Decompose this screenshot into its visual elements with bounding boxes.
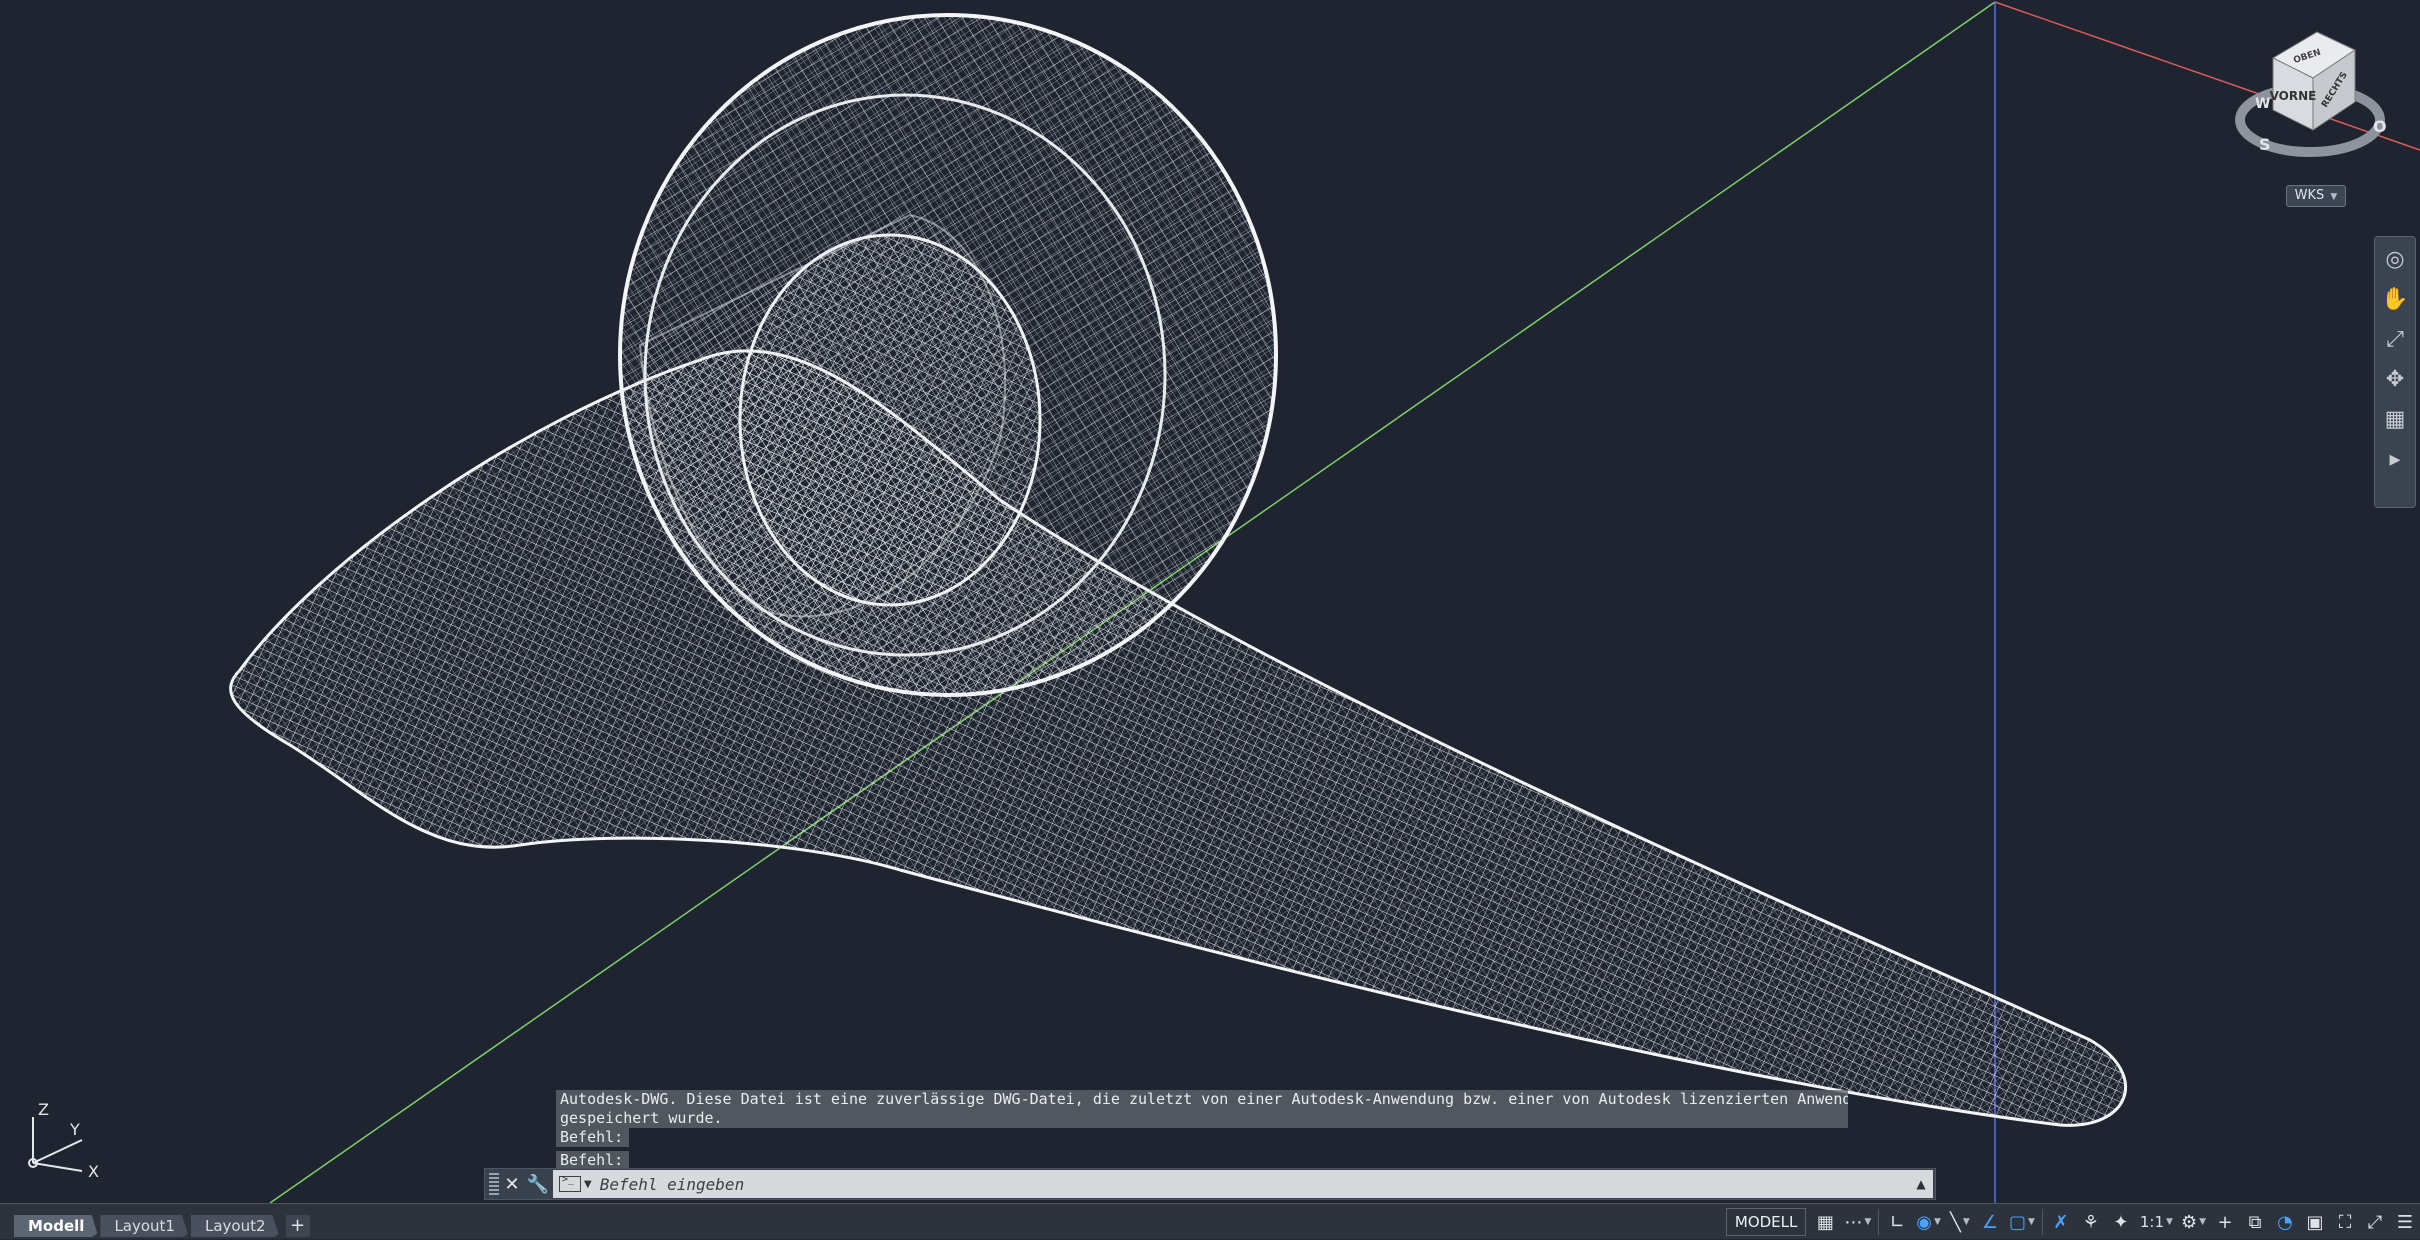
ucs-icon: Z Y X xyxy=(20,1085,120,1185)
command-history: Autodesk-DWG. Diese Datei ist eine zuver… xyxy=(556,1090,1848,1174)
layout-tabs: Modell Layout1 Layout2 + xyxy=(14,1207,310,1237)
compass-south[interactable]: S xyxy=(2259,135,2271,154)
wcs-dropdown[interactable]: WKS ▼ xyxy=(2286,185,2346,207)
units-icon[interactable]: ⧉ xyxy=(2240,1204,2270,1240)
object-snap-icon[interactable]: ▢ ▼ xyxy=(2005,1204,2039,1240)
history-line: Befehl: xyxy=(556,1128,630,1147)
wcs-label: WKS xyxy=(2294,188,2325,203)
auto-scale-icon[interactable]: ⚘ xyxy=(2076,1204,2106,1240)
polar-icon[interactable]: ◉ ▼ xyxy=(1912,1204,1945,1240)
ucs-label-x: X xyxy=(88,1162,99,1181)
isodraft-icon[interactable]: ╲ ▼ xyxy=(1945,1204,1975,1240)
snap-icon[interactable]: ⋯ ▼ xyxy=(1840,1204,1875,1240)
navbar-menu-icon[interactable]: ▸ xyxy=(2377,441,2413,477)
compass-east[interactable]: O xyxy=(2373,117,2387,136)
model-viewport[interactable]: OBEN VORNE RECHTS W S O WKS ▼ ◎ ✋ ⤢ ✥ ▦ … xyxy=(0,0,2420,1203)
model-space-button[interactable]: MODELL xyxy=(1725,1208,1807,1236)
history-line: Autodesk-DWG. Diese Datei ist eine zuver… xyxy=(556,1090,1848,1109)
wrench-icon[interactable]: 🔧 xyxy=(525,1174,551,1195)
ucs-label-z: Z xyxy=(38,1100,49,1119)
annotation-visibility-icon[interactable]: ✗ xyxy=(2046,1204,2076,1240)
fullscreen-icon[interactable]: ⤢ xyxy=(2360,1204,2390,1240)
hamburger-icon[interactable]: ☰ xyxy=(2390,1204,2420,1240)
command-input-wrapper[interactable]: ▼ ▲ xyxy=(553,1170,1933,1198)
close-icon[interactable]: ✕ xyxy=(499,1174,525,1195)
clean-screen-icon[interactable]: ⛶ xyxy=(2330,1204,2360,1240)
ucs-label-y: Y xyxy=(69,1120,80,1139)
grid-icon[interactable]: ▦ xyxy=(1810,1204,1840,1240)
divider xyxy=(1878,1209,1880,1235)
chevron-up-icon[interactable]: ▲ xyxy=(1909,1177,1933,1191)
annotation-scale-icon[interactable]: ✦ xyxy=(2106,1204,2136,1240)
annotation-scale-button[interactable]: 1:1 ▼ xyxy=(2136,1204,2177,1240)
status-toggles: MODELL ▦ ⋯ ▼ ∟ ◉ ▼ ╲ ▼ ∠ ▢ ▼ ✗ ⚘ ✦ 1:1 ▼ ⚙ ▼ +… xyxy=(1722,1204,2420,1240)
orbit-icon[interactable]: ✥ xyxy=(2377,361,2413,397)
object-snap-tracking-icon[interactable]: ∠ xyxy=(1975,1204,2005,1240)
plus-icon[interactable]: + xyxy=(285,1215,310,1237)
annotation-scale-value: 1:1 xyxy=(2139,1213,2165,1231)
steering-wheel-icon[interactable]: ◎ xyxy=(2377,241,2413,277)
navigation-bar[interactable]: ◎ ✋ ⤢ ✥ ▦ ▸ xyxy=(2374,236,2416,508)
history-line: gespeichert wurde. xyxy=(556,1109,1848,1128)
divider xyxy=(2041,1209,2043,1235)
zoom-extents-icon[interactable]: ⤢ xyxy=(2377,321,2413,357)
status-bar: Modell Layout1 Layout2 + MODELL ▦ ⋯ ▼ ∟ ◉… xyxy=(0,1203,2420,1239)
viewcube[interactable]: OBEN VORNE RECHTS W S O xyxy=(2225,20,2405,190)
drag-handle[interactable] xyxy=(489,1173,499,1195)
command-input[interactable] xyxy=(597,1173,1909,1195)
ortho-icon[interactable]: ∟ xyxy=(1882,1204,1912,1240)
plus-icon[interactable]: + xyxy=(2210,1204,2240,1240)
chevron-down-icon: ▼ xyxy=(2330,192,2338,202)
tab-layout1[interactable]: Layout1 xyxy=(100,1215,189,1237)
viewcube-label-front: VORNE xyxy=(2270,89,2317,103)
isolate-objects-icon[interactable]: ▣ xyxy=(2300,1204,2330,1240)
hardware-acceleration-icon[interactable]: ◔ xyxy=(2270,1204,2300,1240)
command-line[interactable]: ✕ 🔧 ▼ ▲ xyxy=(484,1168,1936,1200)
compass-west[interactable]: W xyxy=(2255,96,2270,112)
tab-modell[interactable]: Modell xyxy=(14,1215,99,1237)
tab-layout2[interactable]: Layout2 xyxy=(190,1215,280,1237)
gear-icon[interactable]: ⚙ ▼ xyxy=(2177,1204,2210,1240)
pan-hand-icon[interactable]: ✋ xyxy=(2377,281,2413,317)
command-prompt-icon[interactable] xyxy=(559,1174,581,1192)
wireframe-scene[interactable] xyxy=(0,0,2420,1203)
chevron-down-icon[interactable]: ▼ xyxy=(584,1179,592,1190)
showmotion-icon[interactable]: ▦ xyxy=(2377,401,2413,437)
